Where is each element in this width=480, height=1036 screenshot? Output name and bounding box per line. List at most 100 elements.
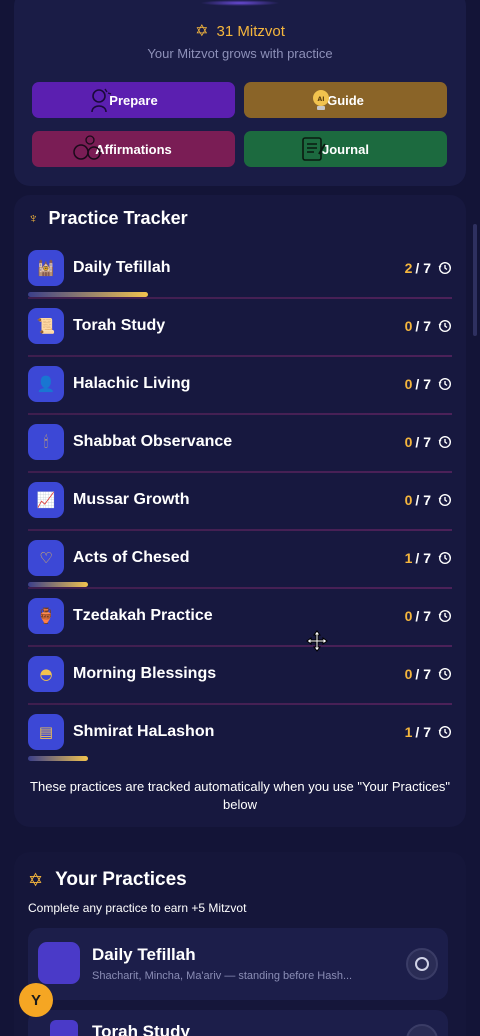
practice-item-daily-tefillah[interactable]: Daily Tefillah Shacharit, Mincha, Ma'ari… <box>28 928 448 1000</box>
affirmations-icon <box>73 135 101 160</box>
tracker-row-total: / 7 <box>415 434 431 450</box>
tracker-row-score: 0/ 7 <box>405 434 452 450</box>
tracker-row-done: 0 <box>404 666 413 682</box>
mitzvot-count: 31 Mitzvot <box>216 22 285 40</box>
tracker-row-score: 1/ 7 <box>405 550 452 566</box>
prepare-button[interactable]: Prepare <box>32 82 235 118</box>
practice-name: Daily Tefillah <box>92 945 196 964</box>
tracker-row-label: Acts of Chesed <box>73 549 190 566</box>
tracker-row-label: Shabbat Observance <box>73 433 233 450</box>
history-icon[interactable] <box>438 377 452 391</box>
your-practices-header: ✡ Your Practices <box>28 868 187 892</box>
trophy-icon: ♆ <box>28 210 39 226</box>
row-divider <box>28 529 452 531</box>
synagogue-icon <box>38 942 80 984</box>
journal-button[interactable]: Journal <box>244 131 447 167</box>
tracker-row[interactable]: 🕯 Shabbat Observance 0/ 7 <box>28 424 452 460</box>
tracker-row[interactable]: 🕍 Daily Tefillah 2/ 7 <box>28 250 452 286</box>
synagogue-icon: 🕍 <box>28 250 64 286</box>
tracker-row-score: 0/ 7 <box>405 666 452 682</box>
affirmations-label: Affirmations <box>95 141 172 157</box>
history-icon[interactable] <box>438 319 452 333</box>
affirmations-button[interactable]: Affirmations <box>32 131 235 167</box>
complete-practice-toggle[interactable] <box>406 948 438 980</box>
practice-tracker-title: Practice Tracker <box>48 207 188 228</box>
sunrise-icon: ◓ <box>28 656 64 692</box>
row-divider <box>28 703 452 705</box>
journal-label: Journal <box>322 141 369 157</box>
tracker-row[interactable]: ▤ Shmirat HaLashon 1/ 7 <box>28 714 452 750</box>
row-divider <box>28 355 452 357</box>
star-of-david-icon: ✡ <box>195 23 209 40</box>
tracker-row-score: 2/ 7 <box>405 260 452 276</box>
history-icon[interactable] <box>438 435 452 449</box>
tracker-progress-bar <box>28 756 88 761</box>
your-practices-subtitle: Complete any practice to earn +5 Mitzvot <box>28 901 247 915</box>
history-icon[interactable] <box>438 261 452 275</box>
row-divider <box>28 645 452 647</box>
practice-tracker-header: ♆ Practice Tracker <box>28 206 188 230</box>
tracker-row-total: / 7 <box>415 724 431 740</box>
practice-description: Shacharit, Mincha, Ma'ariv — standing be… <box>92 970 353 982</box>
mitzvot-count-row: ✡ 31 Mitzvot <box>0 20 480 42</box>
row-divider <box>28 297 452 299</box>
tracker-row-score: 0/ 7 <box>405 492 452 508</box>
history-icon[interactable] <box>438 609 452 623</box>
tracker-row-label: Tzedakah Practice <box>73 607 213 624</box>
growth-chart-icon: 📈 <box>28 482 64 518</box>
row-divider <box>28 587 452 589</box>
tracker-row[interactable]: ♡ Acts of Chesed 1/ 7 <box>28 540 452 576</box>
scrollbar[interactable] <box>473 224 477 336</box>
practice-item-torah-study[interactable]: Torah Study <box>28 1010 448 1036</box>
tracker-row-score: 0/ 7 <box>405 608 452 624</box>
complete-practice-toggle[interactable] <box>406 1024 438 1036</box>
shabbat-candles-icon: 🕯 <box>28 424 64 460</box>
your-practices-title: Your Practices <box>55 869 187 890</box>
prepare-label: Prepare <box>109 92 158 108</box>
history-icon[interactable] <box>438 667 452 681</box>
torah-scroll-icon <box>50 1020 78 1036</box>
tracker-row-total: / 7 <box>415 492 431 508</box>
mitzvot-subtitle: Your Mitzvot grows with practice <box>147 46 333 61</box>
row-divider <box>28 413 452 415</box>
top-glow <box>200 0 280 6</box>
tracker-row-done: 0 <box>404 608 413 624</box>
practice-name: Torah Study <box>92 1022 190 1036</box>
tracker-row-total: / 7 <box>415 318 431 334</box>
tracker-row-done: 1 <box>404 550 413 566</box>
history-icon[interactable] <box>438 493 452 507</box>
tracker-row-done: 0 <box>404 492 413 508</box>
tracker-row-label: Morning Blessings <box>73 665 217 682</box>
tracker-row-label: Halachic Living <box>73 375 191 392</box>
svg-text:AI: AI <box>318 96 325 103</box>
tracker-row[interactable]: ◓ Morning Blessings 0/ 7 <box>28 656 452 692</box>
guide-button[interactable]: AI Guide <box>244 82 447 118</box>
tracker-row-label: Shmirat HaLashon <box>73 723 215 740</box>
tracker-row-score: 0/ 7 <box>405 376 452 392</box>
tracker-row-score: 0/ 7 <box>405 318 452 334</box>
tracker-row-done: 2 <box>404 260 413 276</box>
charity-box-icon: 🏺 <box>28 598 64 634</box>
prepare-icon <box>91 88 112 113</box>
heart-shield-icon: ♡ <box>28 540 64 576</box>
tracker-row[interactable]: 📜 Torah Study 0/ 7 <box>28 308 452 344</box>
tracker-row-total: / 7 <box>415 666 431 682</box>
closed-lips-icon: ▤ <box>28 714 64 750</box>
rabbi-icon: 👤 <box>28 366 64 402</box>
history-icon[interactable] <box>438 551 452 565</box>
tracker-row-done: 1 <box>404 724 413 740</box>
tracker-row[interactable]: 🏺 Tzedakah Practice 0/ 7 <box>28 598 452 634</box>
history-icon[interactable] <box>438 725 452 739</box>
guide-icon: AI <box>313 90 329 110</box>
tracker-row-total: / 7 <box>415 376 431 392</box>
star-of-david-icon: ✡ <box>28 869 44 890</box>
avatar[interactable]: Y <box>19 983 53 1017</box>
tracker-row-done: 0 <box>404 318 413 334</box>
tracker-row[interactable]: 📈 Mussar Growth 0/ 7 <box>28 482 452 518</box>
tracker-row-score: 1/ 7 <box>405 724 452 740</box>
journal-icon <box>302 137 326 161</box>
torah-scroll-icon: 📜 <box>28 308 64 344</box>
move-cursor-icon <box>306 630 328 652</box>
tracker-row-label: Daily Tefillah <box>73 259 171 276</box>
tracker-row[interactable]: 👤 Halachic Living 0/ 7 <box>28 366 452 402</box>
